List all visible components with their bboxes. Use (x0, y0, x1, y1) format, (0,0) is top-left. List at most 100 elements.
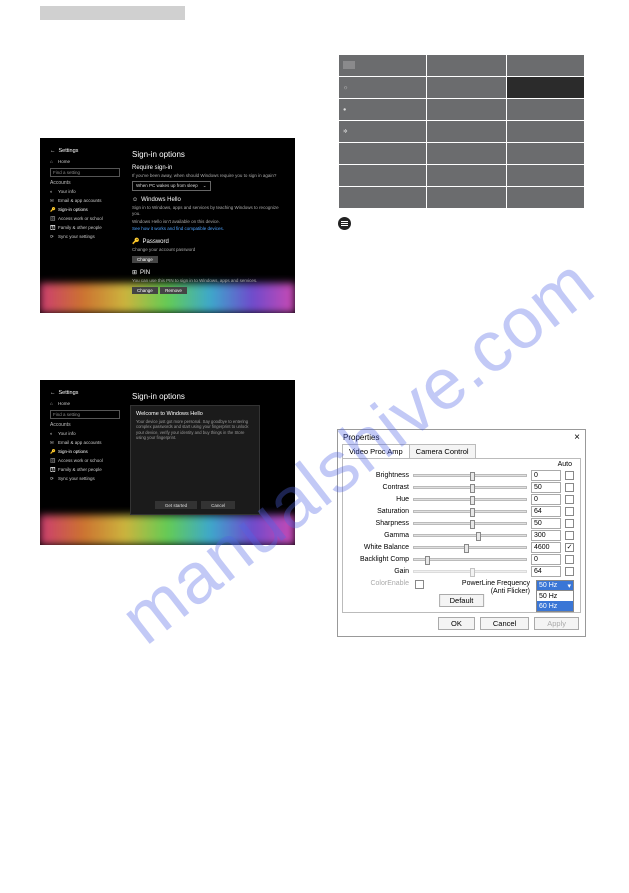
signin-screenshot-2: ←Settings ⌂Home Find a setting Accounts … (40, 380, 295, 545)
slider-row-gamma: Gamma 300 (349, 529, 574, 541)
grid-icon: ⊞ (132, 269, 137, 276)
signin-screenshot-1: ←Settings ⌂Home Find a setting Accounts … (40, 138, 295, 313)
slider-value[interactable]: 50 (531, 518, 561, 529)
slider-thumb[interactable] (470, 472, 475, 481)
grid-row-7[interactable] (339, 187, 585, 209)
slider-label: White Balance (349, 544, 409, 551)
slider-value[interactable]: 64 (531, 566, 561, 577)
slider-value[interactable]: 50 (531, 482, 561, 493)
popup-title: Welcome to Windows Hello (136, 411, 254, 417)
slider-track[interactable] (413, 498, 527, 501)
powerline-freq-dropdown[interactable]: 50 Hz▾ 50 Hz 60 Hz (536, 580, 574, 612)
auto-checkbox[interactable]: ✓ (565, 543, 574, 552)
nav-work-school[interactable]: 🗄Access work or school (50, 214, 120, 223)
slider-label: Backlight Comp (349, 556, 409, 563)
slider-thumb[interactable] (470, 520, 475, 529)
close-button[interactable]: × (574, 432, 580, 443)
menu-round-icon[interactable] (338, 217, 351, 230)
slider-value[interactable]: 0 (531, 470, 561, 481)
slider-track[interactable] (413, 474, 527, 477)
popup-cancel-button[interactable]: Cancel (201, 501, 235, 509)
slider-value[interactable]: 4600 (531, 542, 561, 553)
nav-email[interactable]: ✉Email & app accounts (50, 196, 120, 205)
nav-family[interactable]: 👪Family & other people (50, 223, 120, 232)
grid-row-settings[interactable]: ✲ (339, 121, 585, 143)
slider-track[interactable] (413, 522, 527, 525)
get-started-button[interactable]: Get started (155, 501, 197, 509)
require-select[interactable]: When PC wakes up from sleep⌄ (132, 181, 211, 191)
freq-option-50[interactable]: 50 Hz (537, 591, 573, 601)
hello-desc2: Windows Hello isn't available on this de… (132, 219, 283, 225)
wallpaper-rainbow-2 (40, 515, 295, 545)
nav-sync[interactable]: ⟳Sync your settings (50, 232, 120, 241)
slider-thumb (470, 568, 475, 577)
color-enable-checkbox[interactable] (415, 580, 424, 589)
slider-value[interactable]: 64 (531, 506, 561, 517)
hello-link[interactable]: See how it works and find compatible dev… (132, 226, 283, 232)
auto-checkbox[interactable] (565, 495, 574, 504)
nav-your-info[interactable]: ◐Your info (50, 187, 120, 196)
slider-thumb[interactable] (470, 484, 475, 493)
default-button[interactable]: Default (439, 594, 485, 607)
signin-sidebar: ←Settings ⌂Home Find a setting Accounts … (50, 148, 120, 241)
grid-row-camera[interactable]: ● (339, 99, 585, 121)
slider-track[interactable] (413, 546, 527, 549)
slider-row-sharpness: Sharpness50 (349, 517, 574, 529)
signin-main: Sign-in options Require sign-in If you'v… (132, 150, 283, 294)
tab-video-proc-amp[interactable]: Video Proc Amp (342, 444, 410, 458)
grid-row-display[interactable] (339, 55, 585, 77)
grid-row-brightness[interactable]: ☼ (339, 77, 585, 99)
back-icon[interactable]: ← (50, 148, 56, 154)
slider-label: Saturation (349, 508, 409, 515)
slider-track[interactable] (413, 486, 527, 489)
slider-value[interactable]: 0 (531, 494, 561, 505)
popup-desc: Your device just got more personal. Say … (136, 419, 254, 441)
app-title: Settings (59, 148, 79, 154)
auto-checkbox[interactable] (565, 555, 574, 564)
search-input-2[interactable]: Find a setting (50, 410, 120, 419)
ok-button[interactable]: OK (438, 617, 475, 630)
auto-checkbox[interactable] (565, 471, 574, 480)
hello-welcome-popup: Welcome to Windows Hello Your device jus… (130, 405, 260, 515)
auto-checkbox[interactable] (565, 483, 574, 492)
freq-option-60[interactable]: 60 Hz (537, 601, 573, 611)
slider-label: Brightness (349, 472, 409, 479)
slider-track[interactable] (413, 534, 527, 537)
require-heading: Require sign-in (132, 165, 283, 171)
slider-label: Gamma (349, 532, 409, 539)
auto-checkbox[interactable] (565, 531, 574, 540)
auto-checkbox[interactable] (565, 507, 574, 516)
auto-checkbox[interactable] (565, 519, 574, 528)
chevron-down-icon: ⌄ (203, 183, 207, 189)
pin-change-button[interactable]: Change (132, 287, 158, 294)
slider-thumb[interactable] (425, 556, 430, 565)
slider-track[interactable] (413, 558, 527, 561)
apply-button[interactable]: Apply (534, 617, 579, 630)
slider-track[interactable] (413, 510, 527, 513)
pin-desc: You can use this PIN to sign in to Windo… (132, 278, 283, 284)
cancel-button[interactable]: Cancel (480, 617, 529, 630)
nav-section: Accounts (50, 180, 120, 186)
search-input[interactable]: Find a setting (50, 168, 120, 177)
slider-thumb[interactable] (464, 544, 469, 553)
slider-value[interactable]: 0 (531, 554, 561, 565)
nav-home[interactable]: ⌂Home (50, 157, 120, 166)
pin-remove-button[interactable]: Remove (160, 287, 187, 294)
slider-value[interactable]: 300 (531, 530, 561, 541)
back-icon[interactable]: ← (50, 390, 56, 396)
slider-row-brightness: Brightness 0 (349, 469, 574, 481)
pw-change-button[interactable]: Change (132, 256, 158, 263)
sun-icon: ☼ (343, 85, 348, 91)
slider-row-gain: Gain64 (349, 565, 574, 577)
slider-thumb[interactable] (470, 496, 475, 505)
tab-camera-control[interactable]: Camera Control (409, 444, 476, 458)
slider-label: Hue (349, 496, 409, 503)
slider-thumb[interactable] (470, 508, 475, 517)
properties-dialog: Properties × Video Proc Amp Camera Contr… (337, 429, 586, 637)
grid-row-5[interactable] (339, 143, 585, 165)
nav-signin-options[interactable]: 🔑Sign-in options (50, 205, 120, 214)
slider-thumb[interactable] (476, 532, 481, 541)
grid-row-6[interactable] (339, 165, 585, 187)
auto-checkbox[interactable] (565, 567, 574, 576)
header-graybar (40, 6, 185, 20)
